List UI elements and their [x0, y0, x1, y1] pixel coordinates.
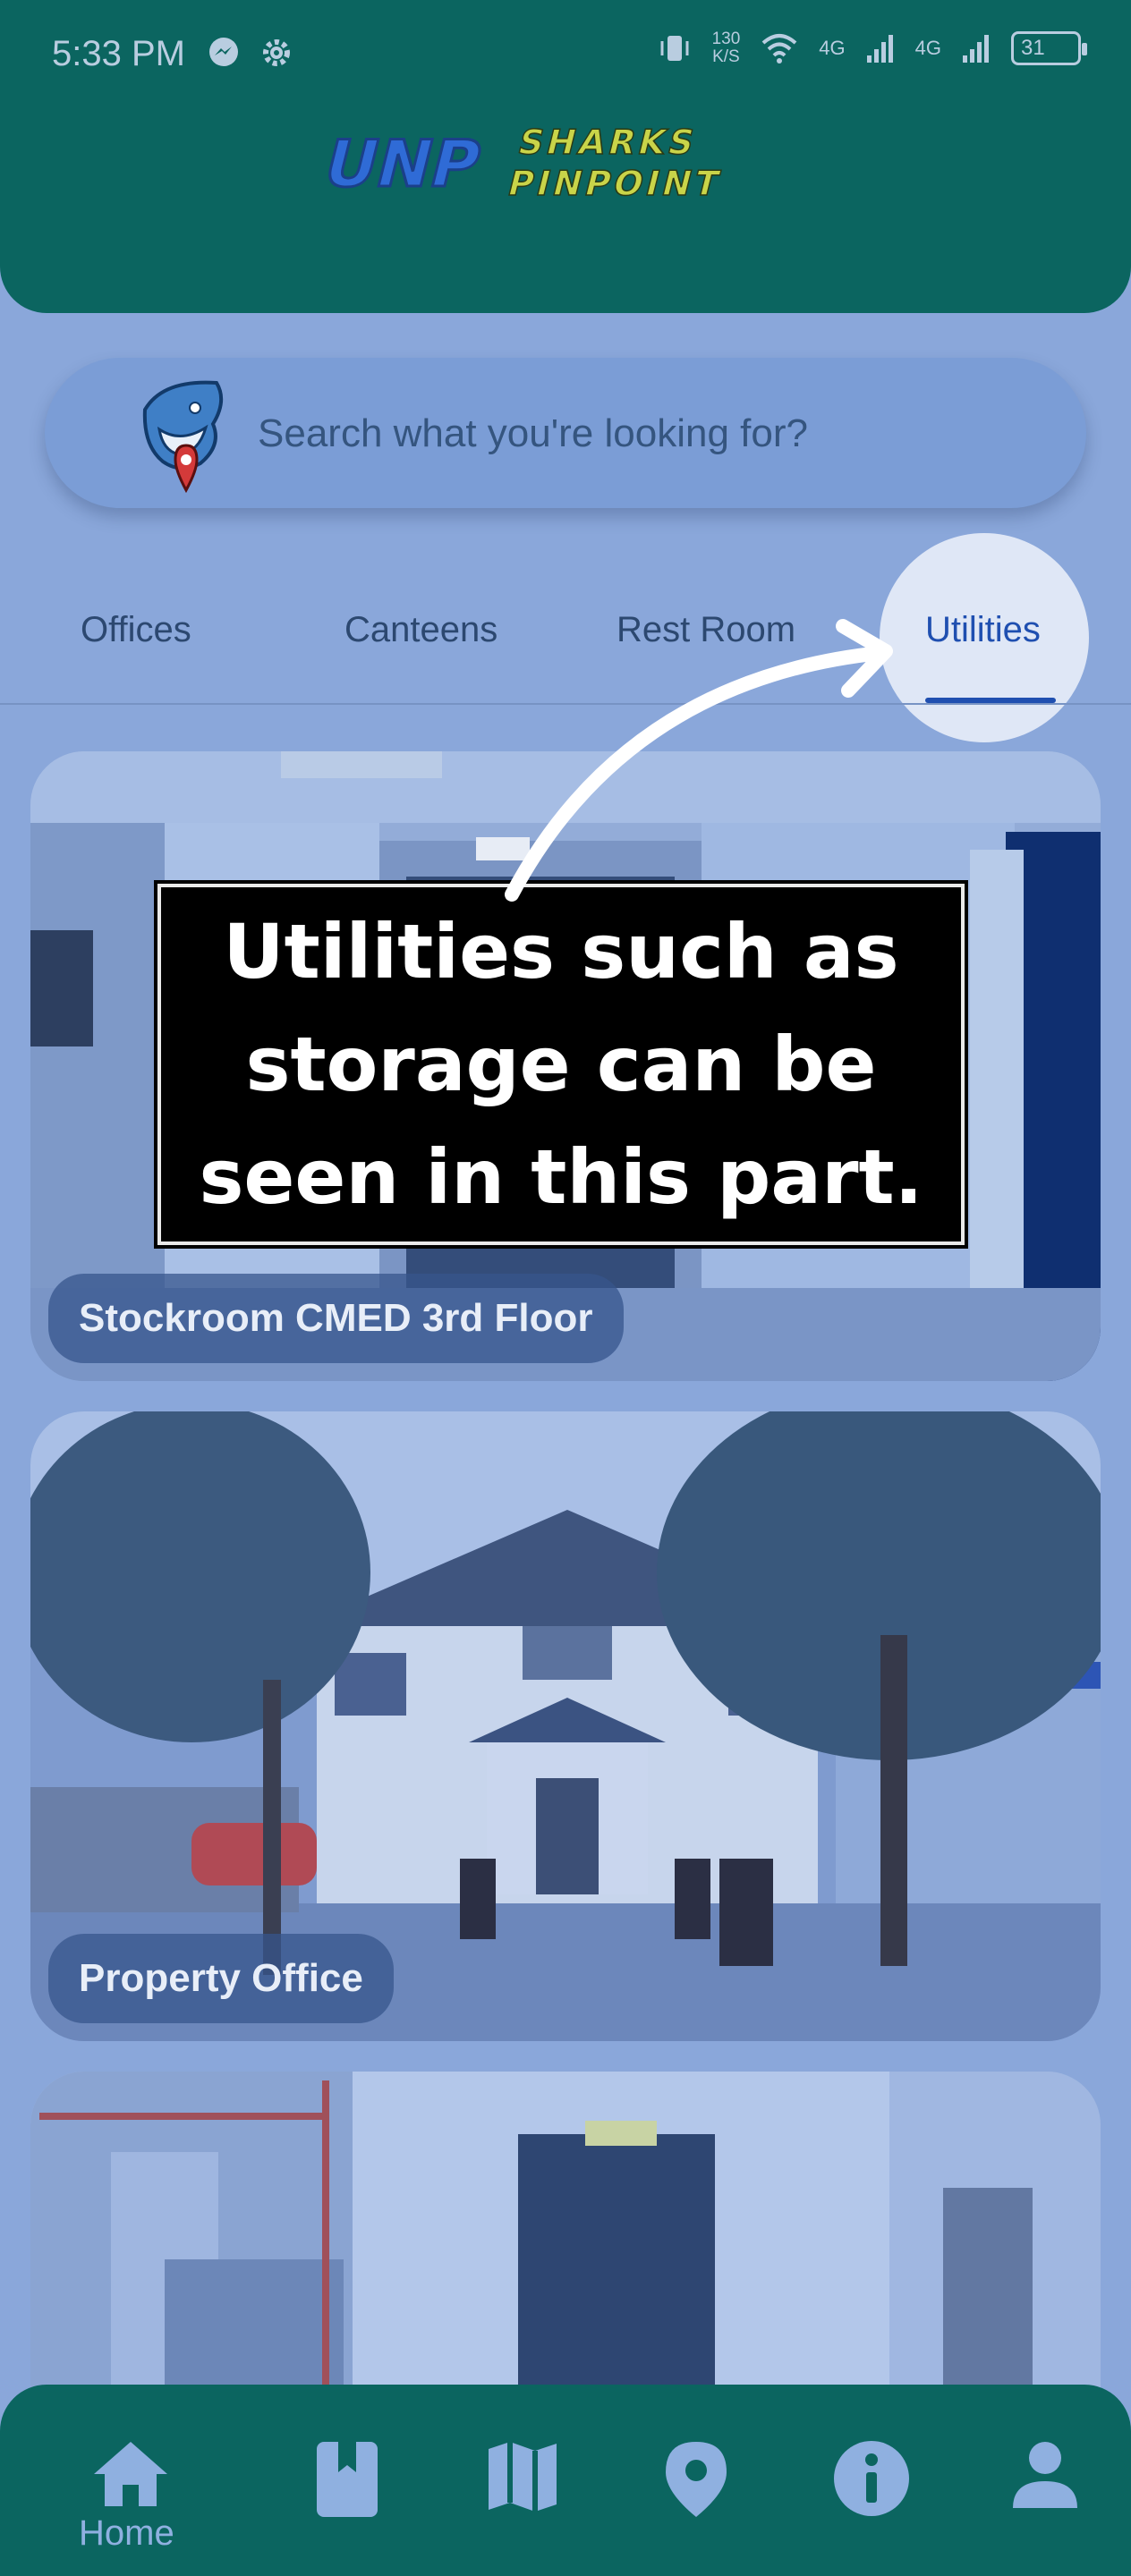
search-input[interactable]: Search what you're looking for?	[258, 411, 808, 456]
svg-text:UNP: UNP	[317, 127, 489, 202]
signal-bars-icon	[866, 35, 893, 63]
category-tabs: Offices Canteens Rest Room Utilities	[0, 555, 1131, 707]
vibrate-icon	[660, 36, 689, 61]
nav-info[interactable]	[827, 2438, 916, 2528]
card-title: Property Office	[48, 1934, 394, 2023]
signal-label-2: 4G	[914, 37, 941, 59]
tutorial-callout: Utilities such as storage can be seen in…	[154, 880, 968, 1249]
settings-gear-icon	[263, 39, 290, 66]
card-title: Stockroom CMED 3rd Floor	[48, 1274, 624, 1363]
place-card[interactable]: Property Office	[30, 1411, 1101, 2041]
svg-text:PINPOINT: PINPOINT	[504, 165, 727, 204]
messenger-icon	[209, 38, 238, 66]
tab-rest-room[interactable]: Rest Room	[617, 610, 795, 650]
battery-indicator: 31	[1011, 31, 1087, 65]
search-bar[interactable]: Search what you're looking for?	[45, 358, 1086, 508]
book-icon	[317, 2442, 378, 2517]
profile-icon	[1013, 2442, 1077, 2508]
network-speed: 130 K/S	[711, 30, 741, 66]
status-time: 5:33 PM	[52, 34, 185, 73]
info-icon	[834, 2441, 909, 2516]
status-bar: 5:33 PM 130 K/S 4G 4G 31	[0, 0, 1131, 107]
tab-offices[interactable]: Offices	[81, 610, 191, 650]
shark-mascot-icon	[142, 380, 224, 494]
nav-locations[interactable]	[651, 2438, 741, 2528]
home-icon	[94, 2442, 167, 2506]
map-icon	[489, 2442, 557, 2512]
tab-canteens[interactable]: Canteens	[344, 610, 497, 650]
nav-map[interactable]	[478, 2438, 567, 2528]
callout-text: Utilities such as storage can be seen in…	[199, 908, 923, 1221]
location-pin-icon	[666, 2442, 727, 2517]
app-logo: UNP SHARKS PINPOINT	[315, 123, 727, 204]
signal-label-1: 4G	[819, 37, 846, 59]
signal-bars-icon	[963, 35, 989, 63]
tabs-divider	[0, 703, 1131, 705]
nav-home-label: Home	[79, 2513, 174, 2553]
nav-directory[interactable]	[302, 2438, 392, 2528]
tab-utilities[interactable]: Utilities	[925, 610, 1041, 650]
wifi-icon	[761, 34, 797, 64]
nav-profile[interactable]	[1000, 2438, 1090, 2528]
svg-text:SHARKS: SHARKS	[514, 123, 702, 163]
